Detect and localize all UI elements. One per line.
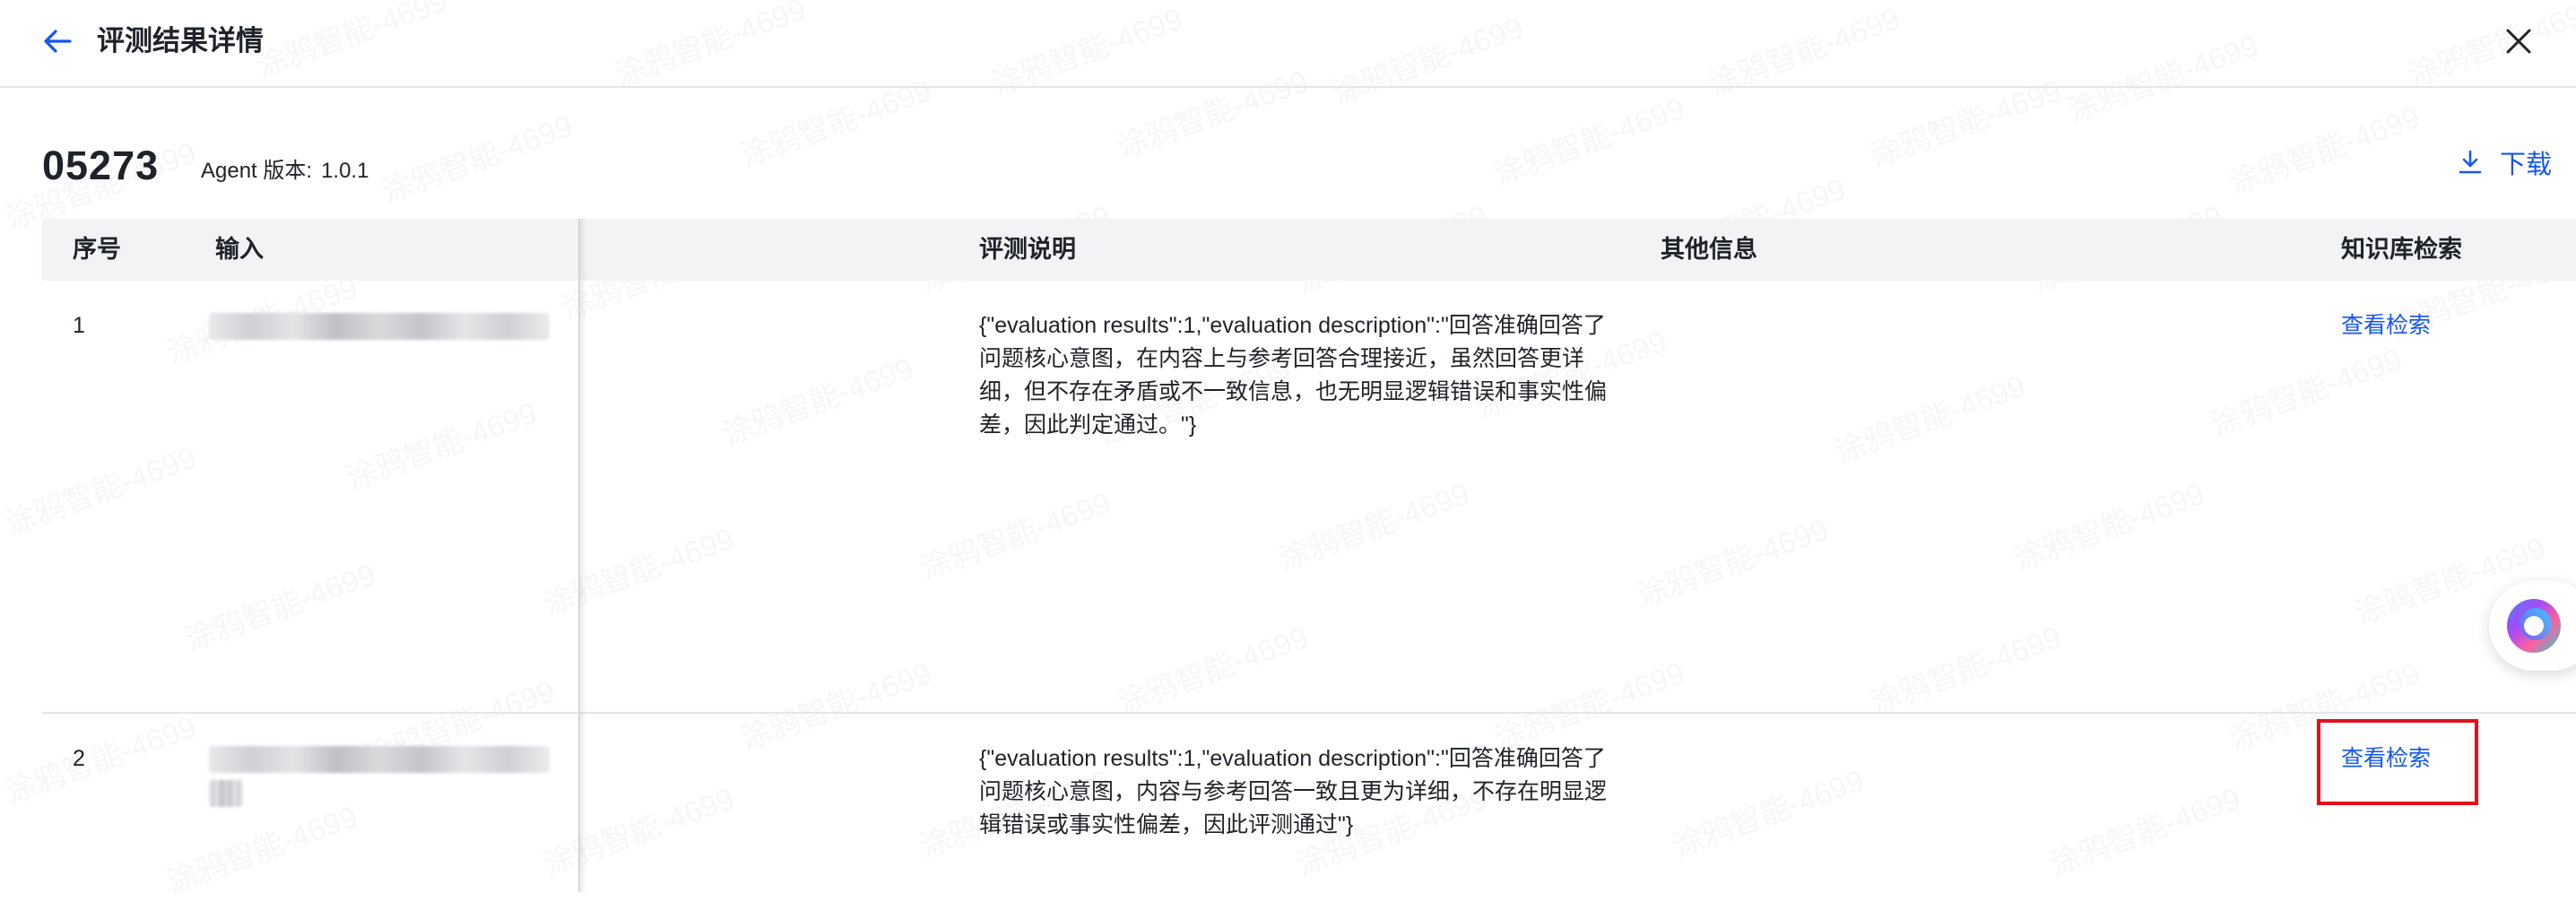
column-header-description: 评测说明 [979, 236, 1076, 263]
close-icon[interactable] [2501, 23, 2537, 59]
download-label: 下载 [2499, 151, 2552, 179]
column-header-other: 其他信息 [1661, 236, 1757, 263]
download-button[interactable]: 下载 [2457, 143, 2552, 181]
agent-version: Agent 版本: 1.0.1 [201, 156, 369, 186]
table-row: 1 {"evaluation results":1,"evaluation de… [42, 281, 2576, 649]
page-header: 评测结果详情 [0, 0, 2576, 88]
watermark-text: 涂鸦智能-4699 [2222, 92, 2424, 202]
view-search-link[interactable]: 查看检索 [2341, 309, 2431, 342]
redacted-text [209, 746, 550, 773]
arrow-left-icon[interactable] [39, 23, 75, 59]
row-description: {"evaluation results":1,"evaluation desc… [979, 313, 1608, 438]
watermark-text: 涂鸦智能-4699 [1487, 83, 1689, 193]
assistant-logo-icon [2507, 599, 2561, 653]
assistant-float-button[interactable] [2489, 581, 2576, 671]
column-header-kb-search: 知识库检索 [2341, 236, 2462, 263]
page-title: 评测结果详情 [97, 25, 264, 56]
highlight-annotation [2317, 719, 2478, 805]
table-header: 序号 输入 评测说明 其他信息 知识库检索 [42, 219, 2576, 281]
version-label: Agent 版本: [201, 159, 313, 183]
row-seq: 1 [73, 313, 85, 338]
row-seq: 2 [73, 746, 85, 771]
results-table: 序号 输入 评测说明 其他信息 知识库检索 1 {"evaluation res… [42, 219, 2576, 892]
fixed-column-shadow [578, 219, 587, 892]
version-value: 1.0.1 [321, 159, 369, 183]
redacted-text [209, 780, 243, 807]
redacted-text [209, 313, 550, 340]
row-description: {"evaluation results":1,"evaluation desc… [979, 746, 1608, 837]
column-header-seq: 序号 [73, 236, 121, 263]
table-row: 2 {"evaluation results":1,"evaluation de… [42, 714, 2576, 892]
download-icon [2459, 150, 2482, 174]
watermark-text: 涂鸦智能-4699 [375, 101, 577, 211]
column-header-input: 输入 [215, 236, 264, 263]
record-id: 05273 [42, 143, 160, 188]
